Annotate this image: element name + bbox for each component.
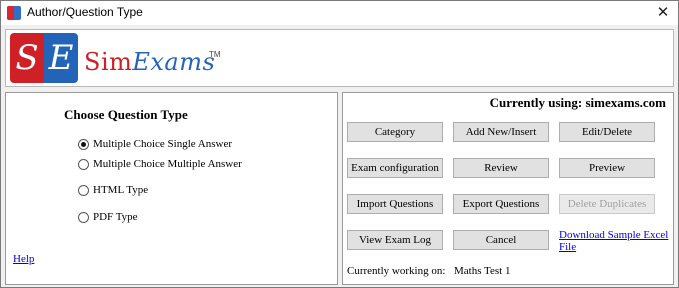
- app-icon: [7, 6, 21, 20]
- add-new-insert-button[interactable]: Add New/Insert: [453, 122, 549, 142]
- option-html-type[interactable]: HTML Type: [78, 182, 148, 198]
- option-html-type-label: HTML Type: [93, 184, 149, 196]
- window-title: Author/Question Type: [27, 5, 143, 19]
- radio-mc-multiple[interactable]: [78, 158, 89, 170]
- title-bar: Author/Question Type ✕: [1, 1, 678, 25]
- logo-wordmark: SimExams: [84, 48, 215, 76]
- edit-delete-button[interactable]: Edit/Delete: [559, 122, 655, 142]
- download-sample-excel-link[interactable]: Download Sample Excel File: [559, 229, 671, 253]
- option-mc-single-label: Multiple Choice Single Answer: [93, 138, 233, 150]
- logo-mark-s: S: [10, 33, 44, 83]
- radio-pdf-type[interactable]: [78, 211, 89, 223]
- option-mc-single[interactable]: Multiple Choice Single Answer: [78, 136, 232, 152]
- currently-working-on-value: Maths Test 1: [454, 265, 511, 277]
- import-questions-button[interactable]: Import Questions: [347, 194, 443, 214]
- help-link[interactable]: Help: [13, 253, 34, 265]
- author-question-type-window: Author/Question Type ✕ S E SimExams TM C…: [0, 0, 679, 288]
- view-exam-log-button[interactable]: View Exam Log: [347, 230, 443, 250]
- currently-working-on-label: Currently working on:: [347, 265, 446, 277]
- radio-html-type[interactable]: [78, 184, 89, 196]
- close-icon[interactable]: ✕: [654, 3, 672, 21]
- category-button[interactable]: Category: [347, 122, 443, 142]
- radio-mc-single[interactable]: [78, 138, 89, 150]
- actions-panel: Currently using: simexams.com Category A…: [342, 92, 674, 285]
- preview-button[interactable]: Preview: [559, 158, 655, 178]
- exam-configuration-button[interactable]: Exam configuration: [347, 158, 443, 178]
- export-questions-button[interactable]: Export Questions: [453, 194, 549, 214]
- currently-using-label: Currently using: simexams.com: [489, 95, 666, 110]
- choose-question-type-heading: Choose Question Type: [64, 107, 188, 122]
- delete-duplicates-button: Delete Duplicates: [559, 194, 655, 214]
- simexams-logo-icon: S E: [10, 33, 78, 83]
- cancel-button[interactable]: Cancel: [453, 230, 549, 250]
- option-pdf-type-label: PDF Type: [93, 211, 138, 223]
- option-pdf-type[interactable]: PDF Type: [78, 209, 138, 225]
- question-type-panel: Choose Question Type Multiple Choice Sin…: [5, 92, 338, 285]
- trademark-mark: TM: [209, 50, 221, 59]
- option-mc-multiple[interactable]: Multiple Choice Multiple Answer: [78, 156, 242, 172]
- logo-banner: S E SimExams TM: [5, 29, 674, 87]
- option-mc-multiple-label: Multiple Choice Multiple Answer: [93, 158, 242, 170]
- logo-mark-e: E: [44, 33, 78, 83]
- review-button[interactable]: Review: [453, 158, 549, 178]
- logo-wordmark-exams: Exams: [132, 48, 216, 76]
- logo-wordmark-sim: Sim: [84, 48, 133, 76]
